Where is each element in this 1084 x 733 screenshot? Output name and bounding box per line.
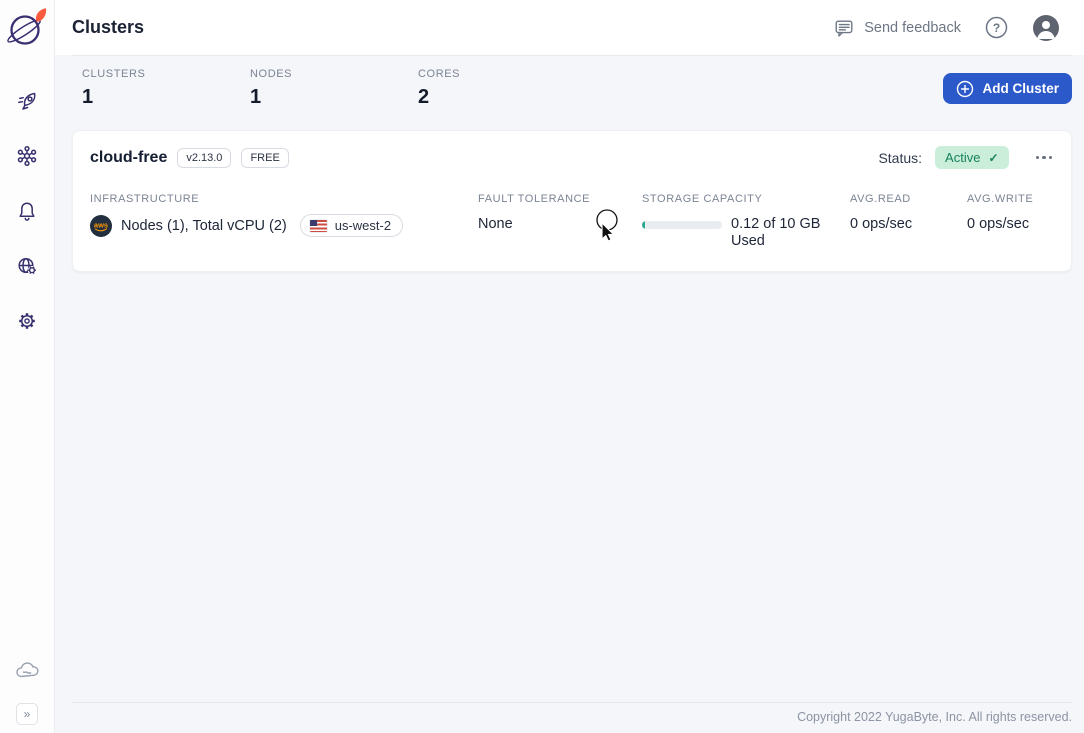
cluster-card[interactable]: cloud-free v2.13.0 FREE Status: Active ✓	[72, 130, 1072, 273]
fault-tolerance-column: FAULT TOLERANCE None	[478, 193, 642, 249]
infrastructure-label: INFRASTRUCTURE	[90, 193, 200, 205]
avg-write-label: AVG.WRITE	[967, 193, 1034, 205]
storage-column: STORAGE CAPACITY 0.12 of 10 GB Used	[642, 193, 850, 249]
storage-usage-text: 0.12 of 10 GB Used	[731, 216, 821, 249]
sidebar-item-settings[interactable]	[15, 309, 39, 333]
rocket-icon	[18, 92, 36, 110]
help-button[interactable]: ?	[984, 15, 1009, 40]
stat-nodes: NODES 1	[250, 68, 418, 109]
check-icon: ✓	[988, 150, 999, 165]
status-badge: Active ✓	[935, 146, 1009, 169]
sidebar-item-clusters[interactable]	[15, 144, 39, 168]
status-group: Status: Active ✓	[878, 146, 1054, 169]
feedback-bubble-icon	[835, 19, 853, 37]
storage-row: 0.12 of 10 GB Used	[642, 216, 850, 249]
version-badge: v2.13.0	[177, 147, 232, 168]
sidebar-item-network[interactable]	[15, 254, 39, 278]
svg-text:?: ?	[993, 21, 1000, 35]
ellipsis-icon	[1042, 155, 1046, 160]
gear-icon	[19, 313, 35, 329]
add-cluster-button[interactable]: Add Cluster	[943, 73, 1072, 104]
add-cluster-label: Add Cluster	[982, 81, 1059, 96]
content: CLUSTERS 1 NODES 1 CORES 2 Add Cluster c…	[55, 55, 1084, 733]
cloud-status-item[interactable]	[14, 661, 40, 680]
sidebar-bottom: »	[14, 661, 40, 725]
stat-label: NODES	[250, 68, 293, 80]
region-name: us-west-2	[334, 218, 392, 233]
stats-row: CLUSTERS 1 NODES 1 CORES 2 Add Cluster	[72, 55, 1072, 123]
fault-tolerance-value: None	[478, 216, 513, 232]
plus-circle-icon	[957, 80, 974, 97]
fault-tolerance-label: FAULT TOLERANCE	[478, 193, 591, 205]
stat-value: 1	[82, 86, 94, 108]
infrastructure-column: INFRASTRUCTURE aws Nodes (1), Total vCPU…	[90, 193, 478, 249]
status-value: Active	[945, 150, 981, 165]
cloud-icon	[16, 662, 39, 678]
yugabyte-logo[interactable]	[5, 5, 49, 54]
storage-progress-fill	[642, 221, 645, 229]
bell-icon	[19, 202, 35, 221]
sidebar-nav	[15, 89, 39, 333]
plan-badge: FREE	[241, 147, 289, 168]
stat-label: CORES	[418, 68, 461, 80]
region-chip: us-west-2	[299, 214, 404, 237]
avatar	[1033, 14, 1059, 41]
infrastructure-row: aws Nodes (1), Total vCPU (2) us-west-2	[90, 214, 478, 237]
send-feedback-label: Send feedback	[864, 19, 961, 36]
us-flag-icon	[309, 219, 327, 232]
sidebar-item-alerts[interactable]	[15, 199, 39, 223]
cluster-network-icon	[17, 145, 37, 167]
avg-read-column: AVG.READ 0 ops/sec	[850, 193, 967, 249]
expand-sidebar-button[interactable]: »	[16, 703, 38, 725]
cluster-card-header: cloud-free v2.13.0 FREE Status: Active ✓	[90, 146, 1054, 169]
status-label: Status:	[878, 149, 923, 166]
avg-write-column: AVG.WRITE 0 ops/sec	[967, 193, 1054, 249]
topbar-right: Send feedback ?	[833, 14, 1060, 42]
avg-read-value: 0 ops/sec	[850, 216, 913, 232]
stat-value: 1	[250, 86, 262, 108]
cluster-menu-button[interactable]	[1034, 150, 1055, 166]
send-feedback-button[interactable]: Send feedback	[833, 17, 961, 39]
footer: Copyright 2022 YugaByte, Inc. All rights…	[72, 702, 1072, 733]
page-title: Clusters	[72, 17, 145, 37]
avg-write-value: 0 ops/sec	[967, 216, 1030, 232]
expand-sidebar-glyph: »	[23, 707, 31, 721]
avg-read-label: AVG.READ	[850, 193, 911, 205]
cluster-card-body: INFRASTRUCTURE aws Nodes (1), Total vCPU…	[90, 193, 1054, 249]
cluster-name[interactable]: cloud-free	[90, 149, 167, 167]
help-icon: ?	[985, 16, 1008, 39]
sidebar-item-getting-started[interactable]	[15, 89, 39, 113]
profile-menu-button[interactable]	[1032, 14, 1060, 42]
storage-progress-bar	[642, 221, 722, 229]
sidebar: »	[0, 0, 55, 733]
nodes-summary: Nodes (1), Total vCPU (2)	[121, 217, 287, 234]
aws-icon: aws	[90, 214, 112, 237]
stat-clusters: CLUSTERS 1	[82, 68, 250, 109]
app-root: » Clusters Send feedback ? CLUSTERS 1 NO…	[0, 0, 1084, 733]
main-area: Clusters Send feedback ? CLUSTERS 1 NODE…	[55, 0, 1084, 733]
ellipsis-icon	[1048, 155, 1052, 160]
globe-admin-icon	[18, 257, 37, 275]
storage-label: STORAGE CAPACITY	[642, 193, 763, 205]
copyright-text: Copyright 2022 YugaByte, Inc. All rights…	[797, 710, 1072, 724]
stat-label: CLUSTERS	[82, 68, 146, 80]
stat-value: 2	[418, 86, 430, 108]
planet-rocket-logo-icon	[7, 8, 47, 45]
topbar: Clusters Send feedback ?	[55, 0, 1084, 55]
stat-cores: CORES 2	[418, 68, 586, 109]
ellipsis-icon	[1035, 155, 1039, 160]
svg-text:aws: aws	[94, 220, 108, 229]
